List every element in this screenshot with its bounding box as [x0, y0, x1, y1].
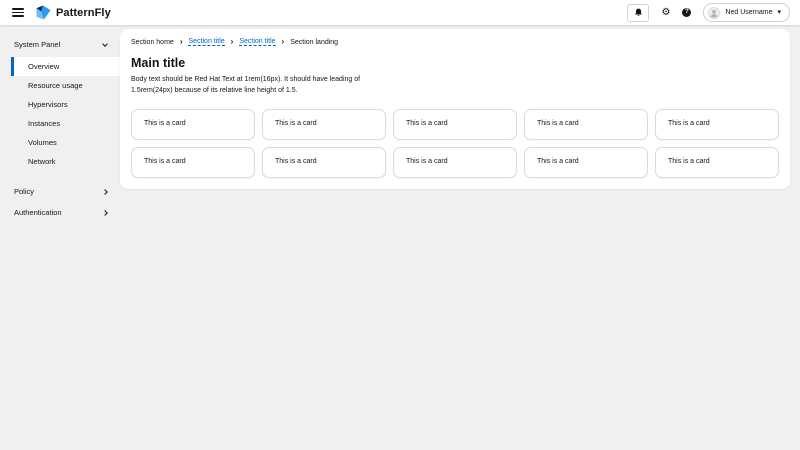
sidebar-item-overview[interactable]: Overview: [11, 57, 120, 76]
sidebar: System Panel Overview Resource usage Hyp…: [0, 25, 120, 223]
settings-button[interactable]: ⚙: [661, 6, 671, 18]
chevron-right-icon: [102, 188, 108, 195]
sidebar-section-label: Authentication: [14, 208, 62, 217]
sidebar-item-hypervisors[interactable]: Hypervisors: [11, 95, 120, 114]
question-circle-icon: ?: [682, 8, 692, 17]
help-button[interactable]: ?: [682, 8, 692, 17]
breadcrumb-separator-icon: ›: [179, 37, 183, 46]
chevron-right-icon: [102, 209, 108, 216]
chevron-down-icon: [102, 40, 108, 47]
sidebar-section-policy[interactable]: Policy: [0, 181, 120, 202]
sidebar-section-system-panel[interactable]: System Panel: [0, 34, 120, 55]
card: This is a card: [262, 147, 386, 178]
breadcrumb-item-section-landing: Section landing: [290, 38, 339, 46]
brand[interactable]: PatternFly: [36, 5, 111, 20]
card: This is a card: [524, 147, 648, 178]
notifications-button[interactable]: [627, 3, 650, 22]
sidebar-item-resource-usage[interactable]: Resource usage: [11, 76, 120, 95]
card: This is a card: [393, 147, 517, 178]
card: This is a card: [524, 109, 648, 140]
page-body: System Panel Overview Resource usage Hyp…: [0, 25, 800, 450]
card: This is a card: [655, 109, 779, 140]
bell-icon: [635, 8, 642, 16]
card: This is a card: [393, 109, 517, 140]
sidebar-section-label: System Panel: [14, 40, 61, 49]
sidebar-section-authentication[interactable]: Authentication: [0, 202, 120, 223]
gear-icon: ⚙: [661, 6, 671, 18]
sidebar-item-volumes[interactable]: Volumes: [11, 133, 120, 152]
sidebar-nav-list: Overview Resource usage Hypervisors Inst…: [11, 57, 120, 171]
brand-name: PatternFly: [56, 6, 111, 19]
main-content-panel: Section home › Section title › Section t…: [120, 29, 790, 189]
breadcrumb-item-section-title-1[interactable]: Section title: [188, 38, 225, 46]
masthead: PatternFly ⚙ ? Ned Username ▾: [0, 0, 800, 25]
card: This is a card: [131, 109, 255, 140]
breadcrumb-separator-icon: ›: [230, 37, 234, 46]
card: This is a card: [131, 147, 255, 178]
user-menu-button[interactable]: Ned Username ▾: [703, 3, 790, 22]
card: This is a card: [262, 109, 386, 140]
page-description: Body text should be Red Hat Text at 1rem…: [131, 76, 361, 94]
breadcrumb-separator-icon: ›: [281, 37, 285, 46]
user-name: Ned Username: [725, 9, 773, 16]
sidebar-item-network[interactable]: Network: [11, 152, 120, 171]
breadcrumb: Section home › Section title › Section t…: [131, 38, 779, 46]
patternfly-logo-icon: [36, 5, 51, 20]
caret-down-icon: ▾: [777, 9, 781, 16]
sidebar-item-instances[interactable]: Instances: [11, 114, 120, 133]
page-title: Main title: [131, 56, 186, 70]
cards-grid: This is a card This is a card This is a …: [131, 109, 779, 178]
hamburger-icon[interactable]: [10, 5, 26, 21]
header-toolbar: ⚙ ? Ned Username ▾: [627, 3, 790, 22]
card: This is a card: [655, 147, 779, 178]
breadcrumb-item-section-title-2[interactable]: Section title: [239, 38, 276, 46]
sidebar-section-label: Policy: [14, 187, 35, 196]
breadcrumb-item-section-home: Section home: [131, 38, 174, 46]
avatar: [708, 6, 721, 19]
sidebar-divider: [0, 173, 120, 181]
